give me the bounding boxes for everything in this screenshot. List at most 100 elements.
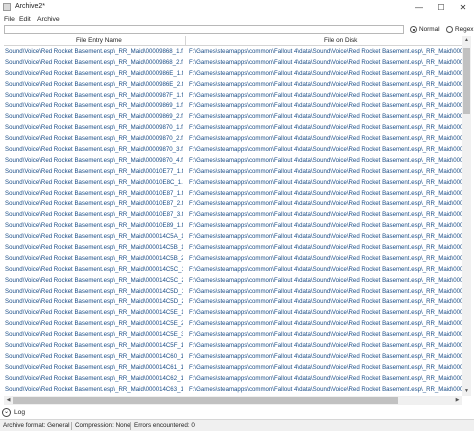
table-row[interactable]: Sound\Voice\Red Rocket Basement.esp\_RR_… [4, 209, 462, 220]
file-on-disk-cell: F:\Games\steamapps\common\Fallout 4\data… [189, 167, 462, 175]
file-entry-name-cell: Sound\Voice\Red Rocket Basement.esp\_RR_… [5, 222, 183, 230]
file-entry-name-cell: Sound\Voice\Red Rocket Basement.esp\_RR_… [5, 352, 183, 360]
status-separator [130, 422, 131, 430]
column-separator[interactable] [185, 36, 186, 45]
file-on-disk-cell: F:\Games\steamapps\common\Fallout 4\data… [189, 374, 462, 382]
file-on-disk-cell: F:\Games\steamapps\common\Fallout 4\data… [189, 385, 462, 393]
table-row[interactable]: Sound\Voice\Red Rocket Basement.esp\_RR_… [4, 90, 462, 101]
scroll-left-arrow-icon[interactable]: ◀ [4, 396, 13, 405]
horizontal-scrollbar[interactable]: ◀ ▶ [4, 396, 462, 405]
scroll-right-arrow-icon[interactable]: ▶ [453, 396, 462, 405]
table-row[interactable]: Sound\Voice\Red Rocket Basement.esp\_RR_… [4, 242, 462, 253]
table-row[interactable]: Sound\Voice\Red Rocket Basement.esp\_RR_… [4, 68, 462, 79]
file-entry-name-cell: Sound\Voice\Red Rocket Basement.esp\_RR_… [5, 58, 183, 66]
status-compression: Compression: None [75, 422, 131, 429]
vertical-scrollbar[interactable]: ▲ ▼ [462, 36, 471, 396]
vertical-scroll-thumb[interactable] [463, 48, 470, 114]
table-row[interactable]: Sound\Voice\Red Rocket Basement.esp\_RR_… [4, 220, 462, 231]
column-header-file-entry-name[interactable]: File Entry Name [76, 37, 122, 44]
file-table: File Entry Name File on Disk Sound\Voice… [4, 36, 462, 396]
log-panel-header: ⌄ Log [0, 407, 474, 419]
file-entry-name-cell: Sound\Voice\Red Rocket Basement.esp\_RR_… [5, 244, 183, 252]
menu-file[interactable]: File [4, 16, 15, 23]
file-on-disk-cell: F:\Games\steamapps\common\Fallout 4\data… [189, 80, 462, 88]
table-row[interactable]: Sound\Voice\Red Rocket Basement.esp\_RR_… [4, 384, 462, 395]
file-on-disk-cell: F:\Games\steamapps\common\Fallout 4\data… [189, 265, 462, 273]
file-entry-name-cell: Sound\Voice\Red Rocket Basement.esp\_RR_… [5, 374, 183, 382]
file-entry-name-cell: Sound\Voice\Red Rocket Basement.esp\_RR_… [5, 48, 183, 55]
regex-radio-label[interactable]: Regex [455, 26, 473, 33]
filter-bar: Normal Regex [0, 25, 474, 35]
table-row[interactable]: Sound\Voice\Red Rocket Basement.esp\_RR_… [4, 373, 462, 384]
file-on-disk-cell: F:\Games\steamapps\common\Fallout 4\data… [189, 102, 462, 110]
scroll-down-arrow-icon[interactable]: ▼ [462, 387, 471, 396]
column-header-file-on-disk[interactable]: File on Disk [324, 37, 357, 44]
file-entry-name-cell: Sound\Voice\Red Rocket Basement.esp\_RR_… [5, 385, 183, 393]
table-row[interactable]: Sound\Voice\Red Rocket Basement.esp\_RR_… [4, 144, 462, 155]
file-entry-name-cell: Sound\Voice\Red Rocket Basement.esp\_RR_… [5, 211, 183, 219]
app-icon [3, 3, 11, 11]
table-row[interactable]: Sound\Voice\Red Rocket Basement.esp\_RR_… [4, 231, 462, 242]
table-row[interactable]: Sound\Voice\Red Rocket Basement.esp\_RR_… [4, 351, 462, 362]
table-row[interactable]: Sound\Voice\Red Rocket Basement.esp\_RR_… [4, 177, 462, 188]
normal-radio[interactable] [410, 26, 417, 33]
close-button[interactable]: ✕ [452, 0, 474, 15]
table-row[interactable]: Sound\Voice\Red Rocket Basement.esp\_RR_… [4, 122, 462, 133]
table-row[interactable]: Sound\Voice\Red Rocket Basement.esp\_RR_… [4, 111, 462, 122]
table-row[interactable]: Sound\Voice\Red Rocket Basement.esp\_RR_… [4, 46, 462, 57]
file-on-disk-cell: F:\Games\steamapps\common\Fallout 4\data… [189, 363, 462, 371]
menu-archive[interactable]: Archive [37, 16, 60, 23]
menu-edit[interactable]: Edit [19, 16, 31, 23]
table-row[interactable]: Sound\Voice\Red Rocket Basement.esp\_RR_… [4, 198, 462, 209]
file-on-disk-cell: F:\Games\steamapps\common\Fallout 4\data… [189, 298, 462, 306]
table-row[interactable]: Sound\Voice\Red Rocket Basement.esp\_RR_… [4, 166, 462, 177]
minimize-button[interactable]: — [408, 0, 430, 15]
table-row[interactable]: Sound\Voice\Red Rocket Basement.esp\_RR_… [4, 340, 462, 351]
file-entry-name-cell: Sound\Voice\Red Rocket Basement.esp\_RR_… [5, 298, 183, 306]
normal-radio-label[interactable]: Normal [419, 26, 440, 33]
file-on-disk-cell: F:\Games\steamapps\common\Fallout 4\data… [189, 309, 462, 317]
table-row[interactable]: Sound\Voice\Red Rocket Basement.esp\_RR_… [4, 155, 462, 166]
file-entry-name-cell: Sound\Voice\Red Rocket Basement.esp\_RR_… [5, 146, 183, 154]
chevron-down-icon[interactable]: ⌄ [2, 408, 11, 417]
file-entry-name-cell: Sound\Voice\Red Rocket Basement.esp\_RR_… [5, 320, 183, 328]
file-on-disk-cell: F:\Games\steamapps\common\Fallout 4\data… [189, 200, 462, 208]
title-bar: Archive2* — ☐ ✕ [0, 0, 474, 15]
maximize-button[interactable]: ☐ [430, 0, 452, 15]
table-row[interactable]: Sound\Voice\Red Rocket Basement.esp\_RR_… [4, 100, 462, 111]
table-row[interactable]: Sound\Voice\Red Rocket Basement.esp\_RR_… [4, 57, 462, 68]
table-row[interactable]: Sound\Voice\Red Rocket Basement.esp\_RR_… [4, 329, 462, 340]
menu-bar: File Edit Archive [0, 15, 474, 25]
file-entry-name-cell: Sound\Voice\Red Rocket Basement.esp\_RR_… [5, 331, 183, 339]
table-row[interactable]: Sound\Voice\Red Rocket Basement.esp\_RR_… [4, 318, 462, 329]
file-on-disk-cell: F:\Games\steamapps\common\Fallout 4\data… [189, 342, 462, 350]
file-on-disk-cell: F:\Games\steamapps\common\Fallout 4\data… [189, 320, 462, 328]
table-row[interactable]: Sound\Voice\Red Rocket Basement.esp\_RR_… [4, 275, 462, 286]
table-row[interactable]: Sound\Voice\Red Rocket Basement.esp\_RR_… [4, 286, 462, 297]
table-row[interactable]: Sound\Voice\Red Rocket Basement.esp\_RR_… [4, 188, 462, 199]
file-on-disk-cell: F:\Games\steamapps\common\Fallout 4\data… [189, 48, 462, 55]
table-row[interactable]: Sound\Voice\Red Rocket Basement.esp\_RR_… [4, 253, 462, 264]
filter-input[interactable] [4, 25, 404, 34]
file-entry-name-cell: Sound\Voice\Red Rocket Basement.esp\_RR_… [5, 91, 183, 99]
file-entry-name-cell: Sound\Voice\Red Rocket Basement.esp\_RR_… [5, 276, 183, 284]
file-entry-name-cell: Sound\Voice\Red Rocket Basement.esp\_RR_… [5, 363, 183, 371]
file-on-disk-cell: F:\Games\steamapps\common\Fallout 4\data… [189, 244, 462, 252]
scroll-up-arrow-icon[interactable]: ▲ [462, 36, 471, 45]
file-entry-name-cell: Sound\Voice\Red Rocket Basement.esp\_RR_… [5, 189, 183, 197]
file-on-disk-cell: F:\Games\steamapps\common\Fallout 4\data… [189, 211, 462, 219]
horizontal-scroll-thumb[interactable] [13, 397, 398, 404]
file-entry-name-cell: Sound\Voice\Red Rocket Basement.esp\_RR_… [5, 69, 183, 77]
file-on-disk-cell: F:\Games\steamapps\common\Fallout 4\data… [189, 124, 462, 132]
table-row[interactable]: Sound\Voice\Red Rocket Basement.esp\_RR_… [4, 79, 462, 90]
table-row[interactable]: Sound\Voice\Red Rocket Basement.esp\_RR_… [4, 296, 462, 307]
file-entry-name-cell: Sound\Voice\Red Rocket Basement.esp\_RR_… [5, 156, 183, 164]
table-row[interactable]: Sound\Voice\Red Rocket Basement.esp\_RR_… [4, 264, 462, 275]
table-row[interactable]: Sound\Voice\Red Rocket Basement.esp\_RR_… [4, 362, 462, 373]
table-row[interactable]: Sound\Voice\Red Rocket Basement.esp\_RR_… [4, 307, 462, 318]
file-on-disk-cell: F:\Games\steamapps\common\Fallout 4\data… [189, 178, 462, 186]
log-label[interactable]: Log [14, 409, 25, 416]
table-row[interactable]: Sound\Voice\Red Rocket Basement.esp\_RR_… [4, 133, 462, 144]
file-entry-name-cell: Sound\Voice\Red Rocket Basement.esp\_RR_… [5, 135, 183, 143]
regex-radio[interactable] [446, 26, 453, 33]
